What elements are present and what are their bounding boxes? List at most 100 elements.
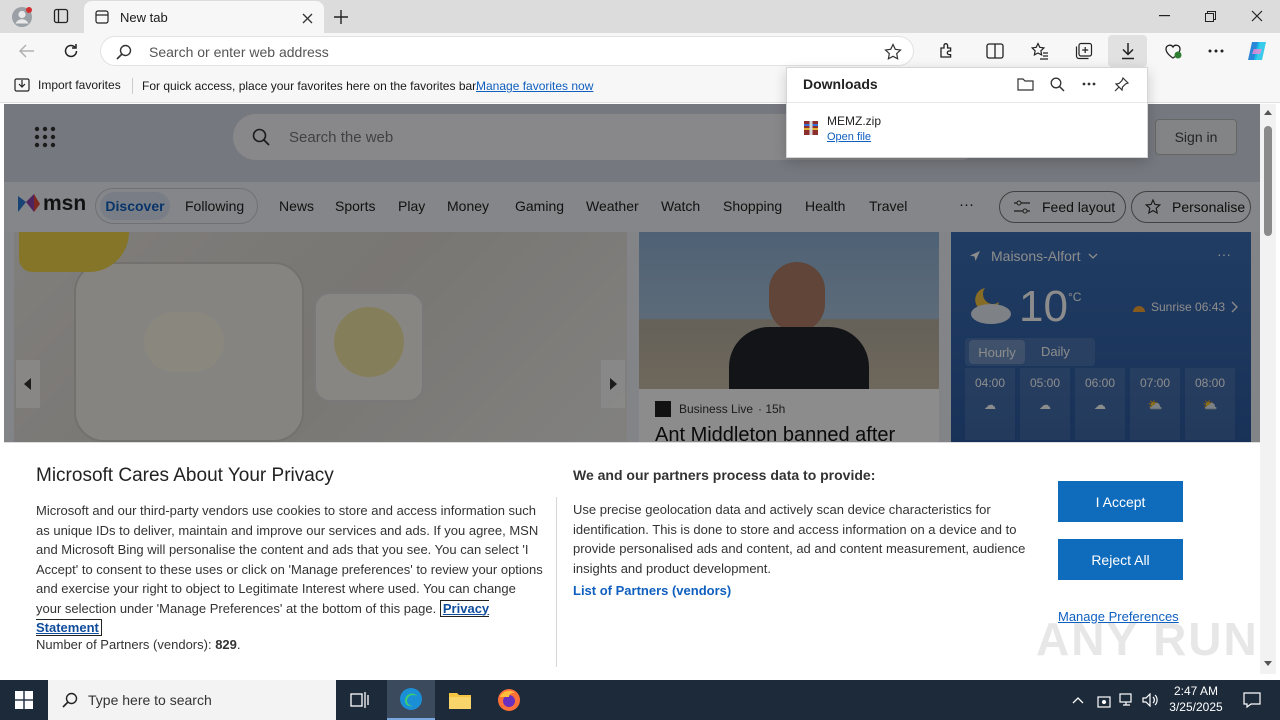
nav-news[interactable]: News [279, 198, 314, 214]
favorites-hint: For quick access, place your favorites h… [142, 79, 479, 93]
download-file-name[interactable]: MEMZ.zip [827, 114, 881, 128]
msn-butterfly-icon [18, 194, 40, 212]
news-card[interactable]: Business Live · 15h Ant Middleton banned… [639, 232, 939, 446]
feed-layout-button[interactable]: Feed layout [999, 191, 1126, 223]
firefox-icon[interactable] [485, 680, 533, 720]
show-hidden-icons[interactable] [1068, 690, 1088, 710]
personalise-label: Personalise [1172, 199, 1246, 215]
pin-icon[interactable] [1111, 74, 1131, 94]
security-tray-icon[interactable] [1094, 690, 1114, 710]
open-file-link[interactable]: Open file [827, 131, 871, 143]
carousel-next-button[interactable] [601, 360, 625, 408]
personalise-button[interactable]: Personalise [1131, 191, 1251, 223]
favorite-star-icon[interactable] [883, 42, 903, 62]
weather-location[interactable]: Maisons-Alfort [969, 248, 1098, 264]
scroll-up-icon[interactable] [1263, 108, 1273, 116]
start-button[interactable] [0, 680, 48, 720]
nav-health[interactable]: Health [805, 198, 845, 214]
taskbar-search-placeholder: Type here to search [88, 692, 212, 708]
taskbar: Type here to search 2:47 AM 3/25/2025 [0, 680, 1280, 720]
edge-taskbar-icon[interactable] [387, 680, 435, 720]
profile-icon[interactable] [10, 5, 34, 29]
list-of-partners-link[interactable]: List of Partners (vendors) [573, 583, 731, 598]
nav-weather[interactable]: Weather [586, 198, 639, 214]
refresh-icon[interactable] [60, 40, 82, 62]
taskbar-search-icon [62, 692, 78, 708]
weather-location-name: Maisons-Alfort [991, 248, 1081, 264]
nav-more[interactable]: ··· [959, 196, 974, 213]
carousel-prev-button[interactable] [16, 360, 40, 408]
nav-play[interactable]: Play [398, 198, 425, 214]
import-icon [14, 78, 30, 92]
news-source: Business Live [679, 402, 754, 416]
nav-gaming[interactable]: Gaming [515, 198, 564, 214]
person-head-image [769, 262, 825, 332]
open-folder-icon[interactable] [1015, 75, 1035, 93]
flyout-divider [787, 102, 1147, 103]
weather-card[interactable]: Maisons-Alfort ··· 10 °C Sunrise 06:43 H… [951, 232, 1251, 442]
nav-travel[interactable]: Travel [869, 198, 907, 214]
tab-hourly[interactable]: Hourly [969, 340, 1025, 364]
close-tab-icon[interactable] [298, 9, 316, 27]
tab-following[interactable]: Following [185, 198, 244, 214]
import-favorites-button[interactable]: Import favorites [14, 78, 121, 92]
downloads-button[interactable] [1108, 35, 1147, 67]
scroll-down-icon[interactable] [1263, 659, 1273, 667]
browser-essentials-icon[interactable] [1161, 40, 1185, 62]
restore-icon[interactable] [1198, 6, 1222, 26]
nav-sports[interactable]: Sports [335, 198, 375, 214]
taskbar-search-box[interactable]: Type here to search [48, 680, 336, 720]
tab-discover[interactable]: Discover [100, 192, 170, 220]
person-shirt-image [729, 327, 869, 389]
sign-in-button[interactable]: Sign in [1155, 119, 1237, 155]
chevron-down-icon [1089, 253, 1098, 259]
downloads-more-icon[interactable] [1079, 75, 1099, 93]
close-window-icon[interactable] [1245, 6, 1269, 26]
sunrise-info: Sunrise 06:43 [1131, 300, 1239, 314]
favbar-divider [132, 78, 133, 94]
tab-actions-icon[interactable] [50, 6, 72, 26]
extensions-icon[interactable] [936, 40, 958, 62]
page-scrollbar[interactable] [1260, 104, 1276, 674]
feed-layout-label: Feed layout [1042, 199, 1116, 215]
collections-icon[interactable] [1073, 40, 1095, 62]
back-icon[interactable] [16, 41, 38, 61]
msn-search-icon [251, 127, 271, 147]
settings-more-icon[interactable] [1205, 40, 1227, 62]
volume-icon[interactable] [1140, 690, 1160, 710]
favorites-icon[interactable] [1029, 40, 1051, 62]
chevron-right-icon[interactable] [1231, 301, 1239, 313]
apps-launcher-icon[interactable] [34, 126, 64, 156]
nav-money[interactable]: Money [447, 198, 489, 214]
msn-logo[interactable]: msn [16, 192, 86, 216]
tab-new-tab[interactable]: New tab [84, 1, 324, 33]
scroll-thumb[interactable] [1264, 126, 1272, 236]
clock[interactable]: 2:47 AM 3/25/2025 [1165, 683, 1227, 715]
search-downloads-icon[interactable] [1047, 75, 1067, 93]
file-explorer-icon[interactable] [436, 680, 484, 720]
hero-card[interactable] [14, 232, 627, 442]
task-view-icon[interactable] [340, 680, 380, 720]
split-screen-icon[interactable] [984, 40, 1006, 62]
anyrun-watermark: ANY RUN [1036, 613, 1259, 665]
nav-shopping[interactable]: Shopping [723, 198, 782, 214]
hour-slot: 08:00 ⛅ [1185, 368, 1235, 440]
manage-favorites-link[interactable]: Manage favorites now [476, 79, 593, 93]
msn-page: Search the web Sign in msn Discover Foll… [4, 104, 1260, 678]
clock-date: 3/25/2025 [1169, 700, 1223, 714]
privacy-body: Microsoft and our third-party vendors us… [36, 501, 544, 638]
new-tab-plus-icon[interactable] [330, 6, 352, 28]
sunrise-icon [1133, 306, 1145, 312]
notification-center-icon[interactable] [1232, 680, 1272, 720]
reject-all-button[interactable]: Reject All [1058, 539, 1183, 580]
nav-watch[interactable]: Watch [661, 198, 700, 214]
tab-daily[interactable]: Daily [1041, 344, 1070, 359]
chevron-left-icon [24, 378, 31, 390]
network-icon[interactable] [1117, 690, 1137, 710]
accept-button[interactable]: I Accept [1058, 481, 1183, 522]
weather-more-icon[interactable]: ··· [1217, 246, 1231, 262]
minimize-icon[interactable] [1152, 6, 1176, 26]
copilot-icon[interactable] [1244, 38, 1270, 64]
address-bar[interactable]: Search or enter web address [100, 36, 914, 66]
hour-slot: 05:00 ☁ [1020, 368, 1070, 440]
